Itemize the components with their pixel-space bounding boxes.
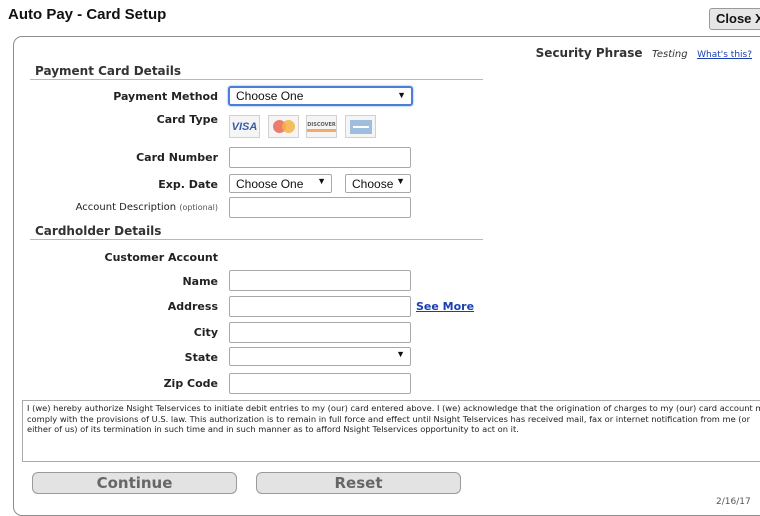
- discover-text: DISCOVER: [307, 122, 336, 132]
- exp-date-label: Exp. Date: [158, 178, 218, 191]
- cardholder-details-heading: Cardholder Details: [35, 224, 162, 238]
- payment-method-label: Payment Method: [113, 90, 218, 103]
- discover-icon: DISCOVER: [306, 115, 337, 138]
- exp-year-value: Choose: [352, 177, 394, 191]
- state-select[interactable]: ▼: [229, 347, 411, 366]
- card-number-input[interactable]: [229, 147, 411, 168]
- payment-method-select[interactable]: Choose One ▼: [228, 86, 413, 106]
- chevron-down-icon: ▼: [397, 90, 406, 100]
- chevron-down-icon: ▼: [396, 176, 405, 186]
- zip-code-label: Zip Code: [163, 377, 218, 390]
- card-number-label: Card Number: [136, 151, 218, 164]
- state-label: State: [184, 351, 218, 364]
- account-description-text: Account Description: [75, 202, 177, 213]
- optional-tag: (optional): [179, 203, 218, 212]
- address-input[interactable]: [229, 296, 411, 317]
- reset-button[interactable]: Reset: [256, 472, 461, 494]
- close-button[interactable]: Close X: [709, 8, 760, 30]
- authorization-text: I (we) hereby authorize Nsight Telservic…: [22, 400, 760, 462]
- card-type-label: Card Type: [156, 113, 218, 126]
- chevron-down-icon: ▼: [396, 349, 405, 359]
- continue-button[interactable]: Continue: [32, 472, 237, 494]
- security-phrase-value: Testing: [652, 49, 688, 60]
- exp-month-select[interactable]: Choose One ▼: [229, 174, 332, 193]
- account-description-input[interactable]: [229, 197, 411, 218]
- payment-card-details-heading: Payment Card Details: [35, 64, 182, 78]
- visa-text: VISA: [231, 120, 258, 133]
- customer-account-label: Customer Account: [104, 251, 218, 264]
- see-more-link[interactable]: See More: [416, 300, 474, 313]
- security-phrase-label: Security Phrase: [535, 46, 643, 60]
- mastercard-icon: [268, 115, 299, 138]
- zip-code-input[interactable]: [229, 373, 411, 394]
- payment-method-value: Choose One: [236, 89, 304, 103]
- city-label: City: [193, 326, 218, 339]
- exp-year-select[interactable]: Choose ▼: [345, 174, 411, 193]
- section-divider: [30, 79, 483, 80]
- chevron-down-icon: ▼: [317, 176, 326, 186]
- name-input[interactable]: [229, 270, 411, 291]
- exp-month-value: Choose One: [236, 177, 304, 191]
- city-input[interactable]: [229, 322, 411, 343]
- amex-icon: [345, 115, 376, 138]
- account-description-label: Account Description (optional): [76, 202, 218, 213]
- name-label: Name: [182, 275, 218, 288]
- whats-this-link[interactable]: What's this?: [697, 50, 752, 60]
- visa-icon: VISA: [229, 115, 260, 138]
- address-label: Address: [167, 300, 218, 313]
- page-title: Auto Pay - Card Setup: [8, 6, 167, 23]
- footer-date: 2/16/17: [716, 497, 751, 507]
- security-phrase: Security Phrase Testing What's this?: [536, 46, 752, 60]
- section-divider: [30, 239, 483, 240]
